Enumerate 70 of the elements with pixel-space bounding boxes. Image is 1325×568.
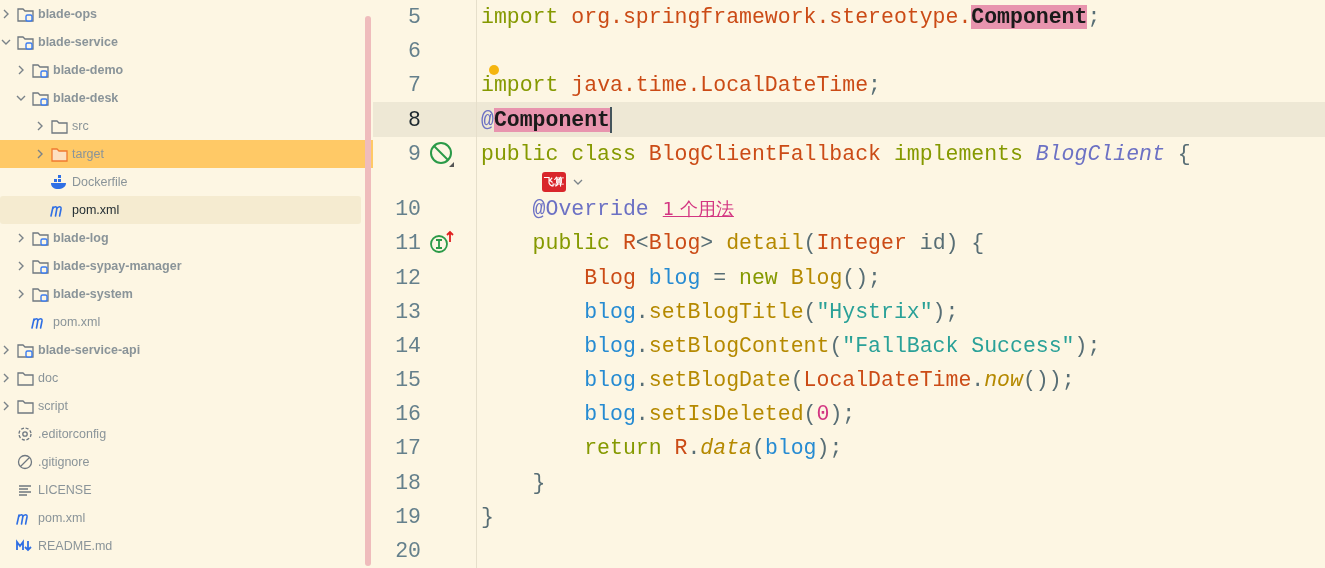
tree-item[interactable]: pom.xml (0, 308, 361, 336)
module-folder-icon (31, 285, 49, 303)
module-folder-icon (31, 229, 49, 247)
folder-icon (50, 145, 68, 163)
gear-icon (16, 425, 34, 443)
tree-item[interactable]: pom.xml (0, 196, 361, 224)
line-number: 14 (394, 333, 421, 358)
scrollbar[interactable] (365, 16, 371, 566)
tree-item[interactable]: blade-service-api (0, 336, 361, 364)
line-number: 11 (394, 231, 421, 256)
tree-item[interactable]: blade-system (0, 280, 361, 308)
code-line: @Override (531, 198, 649, 221)
code-line: blog.setIsDeleted(0); (583, 403, 856, 426)
tree-item[interactable]: blade-ops (0, 0, 361, 28)
line-number: 19 (394, 504, 421, 529)
line-number: 9 (407, 141, 421, 166)
usages-link[interactable]: 1 个用法 (662, 197, 734, 222)
code-line: } (531, 471, 546, 494)
code-line: import org.springframework.stereotype.Component; (481, 6, 1101, 29)
folder-icon (16, 369, 34, 387)
tree-item[interactable]: blade-desk (0, 84, 361, 112)
line-number: 20 (394, 538, 421, 563)
tree-item[interactable]: target (0, 140, 373, 168)
module-folder-icon (31, 89, 49, 107)
line-number: 8 (407, 107, 421, 132)
line-number: 13 (394, 299, 421, 324)
tree-item[interactable]: README.md (0, 532, 361, 560)
no-entry-icon (16, 453, 34, 471)
tree-item[interactable]: src (0, 112, 361, 140)
plugin-logo[interactable]: 飞算 (542, 171, 566, 192)
code-line: Blog blog = new Blog(); (583, 266, 881, 289)
tree-item[interactable]: blade-service (0, 28, 361, 56)
line-number: 10 (394, 197, 421, 222)
folder-icon (50, 117, 68, 135)
code-line: blog.setBlogTitle("Hystrix"); (583, 300, 959, 323)
code-line: @Component (481, 108, 611, 131)
code-line: } (481, 505, 494, 528)
code-line: public class BlogClientFallback implements BlogClient { (481, 142, 1191, 165)
line-number: 6 (407, 39, 421, 64)
tree-item[interactable]: blade-log (0, 224, 361, 252)
line-number: 5 (407, 5, 421, 30)
module-folder-icon (31, 257, 49, 275)
module-folder-icon (16, 5, 34, 23)
tree-item[interactable]: Dockerfile (0, 168, 361, 196)
text-cursor (610, 106, 613, 133)
tree-item[interactable]: blade-demo (0, 56, 361, 84)
tree-item[interactable]: LICENSE (0, 476, 361, 504)
tree-item[interactable]: script (0, 392, 361, 420)
module-folder-icon (16, 33, 34, 51)
tree-item[interactable]: .editorconfig (0, 420, 361, 448)
code-line: import java.time.LocalDateTime; (481, 74, 881, 97)
line-number: 12 (394, 265, 421, 290)
tree-item[interactable]: blade-sypay-manager (0, 252, 361, 280)
code-line: blog.setBlogContent("FallBack Success"); (583, 334, 1101, 357)
code-line: public R<Blog> detail(Integer id) { (531, 232, 985, 255)
line-number: 16 (394, 402, 421, 427)
tree-item[interactable]: .gitignore (0, 448, 361, 476)
folder-icon (16, 397, 34, 415)
code-line: return R.data(blog); (583, 437, 843, 460)
module-folder-icon (16, 341, 34, 359)
code-line: blog.setBlogDate(LocalDateTime.now()); (583, 369, 1075, 392)
whale-icon (50, 173, 68, 191)
module-folder-icon (31, 61, 49, 79)
no-entry-icon[interactable] (429, 140, 455, 167)
line-number: 15 (394, 368, 421, 393)
line-number: 18 (394, 470, 421, 495)
line-number: 17 (394, 436, 421, 461)
tree-item[interactable]: doc (0, 364, 361, 392)
line-number: 7 (407, 73, 421, 98)
tree-item[interactable]: pom.xml (0, 504, 361, 532)
